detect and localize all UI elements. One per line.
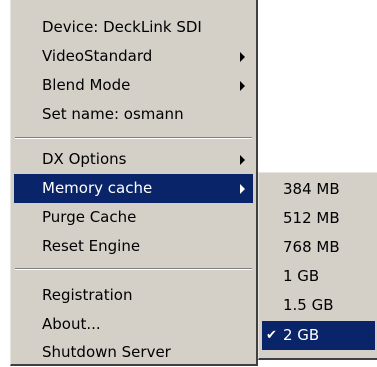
menu-item-label: Purge Cache: [42, 208, 137, 226]
submenu-item-1gb[interactable]: 1 GB: [262, 262, 375, 291]
menu-item-label: Reset Engine: [42, 237, 141, 255]
menu-item-label: Set name: osmann: [42, 105, 184, 123]
menu-item-dx-options[interactable]: DX Options: [14, 145, 253, 174]
menu-item-memory-cache[interactable]: Memory cache: [14, 174, 253, 203]
submenu-item-768mb[interactable]: 768 MB: [262, 233, 375, 262]
submenu-item-label: 768 MB: [283, 238, 340, 256]
submenu-item-label: 512 MB: [283, 209, 340, 227]
submenu-arrow-icon: [240, 155, 245, 165]
menu-item-blend-mode[interactable]: Blend Mode: [14, 71, 253, 100]
submenu-item-384mb[interactable]: 384 MB: [262, 175, 375, 204]
menu-item-label: Shutdown Server: [42, 343, 171, 361]
menu-item-label: VideoStandard: [42, 47, 153, 65]
submenu-item-512mb[interactable]: 512 MB: [262, 204, 375, 233]
menu-item-label: Registration: [42, 286, 133, 304]
menu-separator: [15, 137, 252, 139]
menu-separator: [15, 268, 252, 270]
menu-item-label: Device: DeckLink SDI: [42, 18, 202, 36]
submenu-item-label: 384 MB: [283, 180, 340, 198]
checkmark-icon: ✔: [266, 328, 277, 343]
submenu-item-label: 1.5 GB: [283, 296, 334, 314]
submenu-item-label: 2 GB: [283, 326, 320, 344]
menu-item-about[interactable]: About...: [14, 310, 253, 339]
submenu-item-label: 1 GB: [283, 267, 320, 285]
memory-cache-submenu: 384 MB 512 MB 768 MB 1 GB 1.5 GB ✔ 2 GB: [258, 172, 377, 360]
menu-item-label: About...: [42, 315, 101, 333]
menu-item-device[interactable]: Device: DeckLink SDI: [14, 13, 253, 42]
menu-item-label: DX Options: [42, 150, 127, 168]
menu-item-label: Memory cache: [42, 179, 153, 197]
menu-item-purge-cache[interactable]: Purge Cache: [14, 203, 253, 232]
context-menu: Device: DeckLink SDI VideoStandard Blend…: [10, 0, 258, 366]
submenu-arrow-icon: [240, 184, 245, 194]
submenu-arrow-icon: [240, 52, 245, 62]
submenu-arrow-icon: [240, 81, 245, 91]
menu-item-registration[interactable]: Registration: [14, 281, 253, 310]
submenu-item-1-5gb[interactable]: 1.5 GB: [262, 291, 375, 320]
menu-item-label: Blend Mode: [42, 76, 131, 94]
menu-item-reset-engine[interactable]: Reset Engine: [14, 232, 253, 261]
menu-item-shutdown-server[interactable]: Shutdown Server: [14, 338, 253, 367]
menu-item-set-name[interactable]: Set name: osmann: [14, 100, 253, 129]
menu-item-videostandard[interactable]: VideoStandard: [14, 42, 253, 71]
submenu-item-2gb[interactable]: ✔ 2 GB: [262, 321, 375, 350]
